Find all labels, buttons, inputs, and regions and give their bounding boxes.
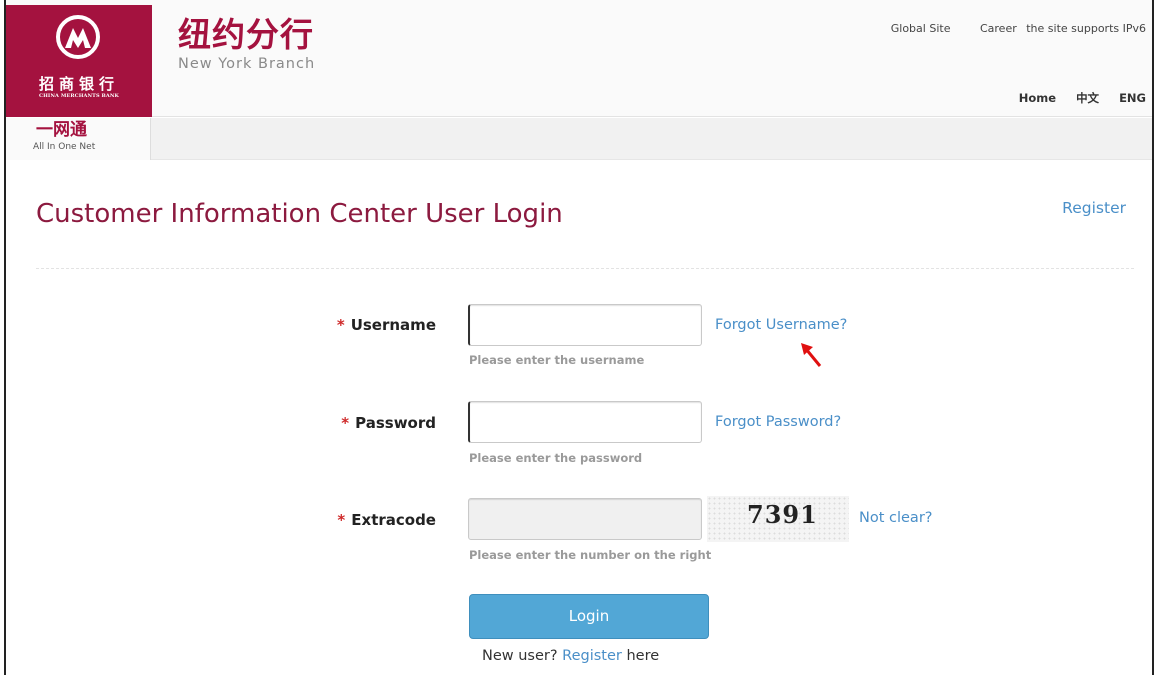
home-link[interactable]: Home [1019,91,1056,105]
new-user-line: New user? Register here [482,648,659,664]
all-in-one-net-tab[interactable]: 一网通 All In One Net [6,118,151,160]
username-label-text: Username [350,316,436,334]
header: 招商银行 CHINA MERCHANTS BANK 纽约分行 New York … [6,0,1152,117]
password-hint: Please enter the password [469,451,643,465]
aio-en-text: All In One Net [33,142,96,152]
red-arrow-icon [801,343,822,367]
aio-cn-text: 一网通 [36,120,87,140]
username-hint: Please enter the username [469,353,645,367]
top-links: Global Site Career the site supports IPv… [885,22,1146,35]
required-mark: * [337,511,346,529]
bank-logo[interactable]: 招商银行 CHINA MERCHANTS BANK [6,5,152,117]
cmb-logo-icon [56,15,100,59]
password-input[interactable] [468,401,702,443]
new-user-suffix: here [626,648,660,664]
password-label: * Password [306,414,436,432]
captcha-image[interactable]: 7391 [707,496,849,542]
page-frame: 招商银行 CHINA MERCHANTS BANK 纽约分行 New York … [4,0,1154,675]
logo-en-text: CHINA MERCHANTS BANK [39,93,119,99]
login-button[interactable]: Login [469,594,709,639]
career-link[interactable]: Career [980,22,1017,35]
not-clear-link[interactable]: Not clear? [859,510,932,526]
global-site-link[interactable]: Global Site [891,22,951,35]
branch-title-cn: 纽约分行 [178,15,314,54]
username-input[interactable] [468,304,702,346]
required-mark: * [336,316,345,334]
page-title: Customer Information Center User Login [36,199,563,229]
captcha-text: 7391 [747,500,818,529]
extracode-label-text: Extracode [351,511,436,529]
sub-bar: 一网通 All In One Net [6,118,1152,160]
register-here-link[interactable]: Register [562,648,622,664]
username-label: * Username [306,316,436,334]
divider [36,268,1134,269]
ipv6-notice: the site supports IPv6 [1026,22,1146,35]
forgot-username-link[interactable]: Forgot Username? [715,317,847,333]
branch-title-en: New York Branch [178,56,316,72]
password-label-text: Password [355,414,436,432]
required-mark: * [341,414,350,432]
english-language-link[interactable]: ENG [1119,91,1146,105]
forgot-password-link[interactable]: Forgot Password? [715,414,841,430]
chinese-language-link[interactable]: 中文 [1076,91,1099,105]
nav-links: Home 中文 ENG [1003,90,1146,106]
extracode-input[interactable] [468,498,702,540]
extracode-hint: Please enter the number on the right [469,548,712,562]
extracode-label: * Extracode [306,511,436,529]
logo-cn-text: 招商银行 [38,75,119,93]
register-link[interactable]: Register [1062,199,1126,217]
new-user-prefix: New user? [482,648,558,664]
